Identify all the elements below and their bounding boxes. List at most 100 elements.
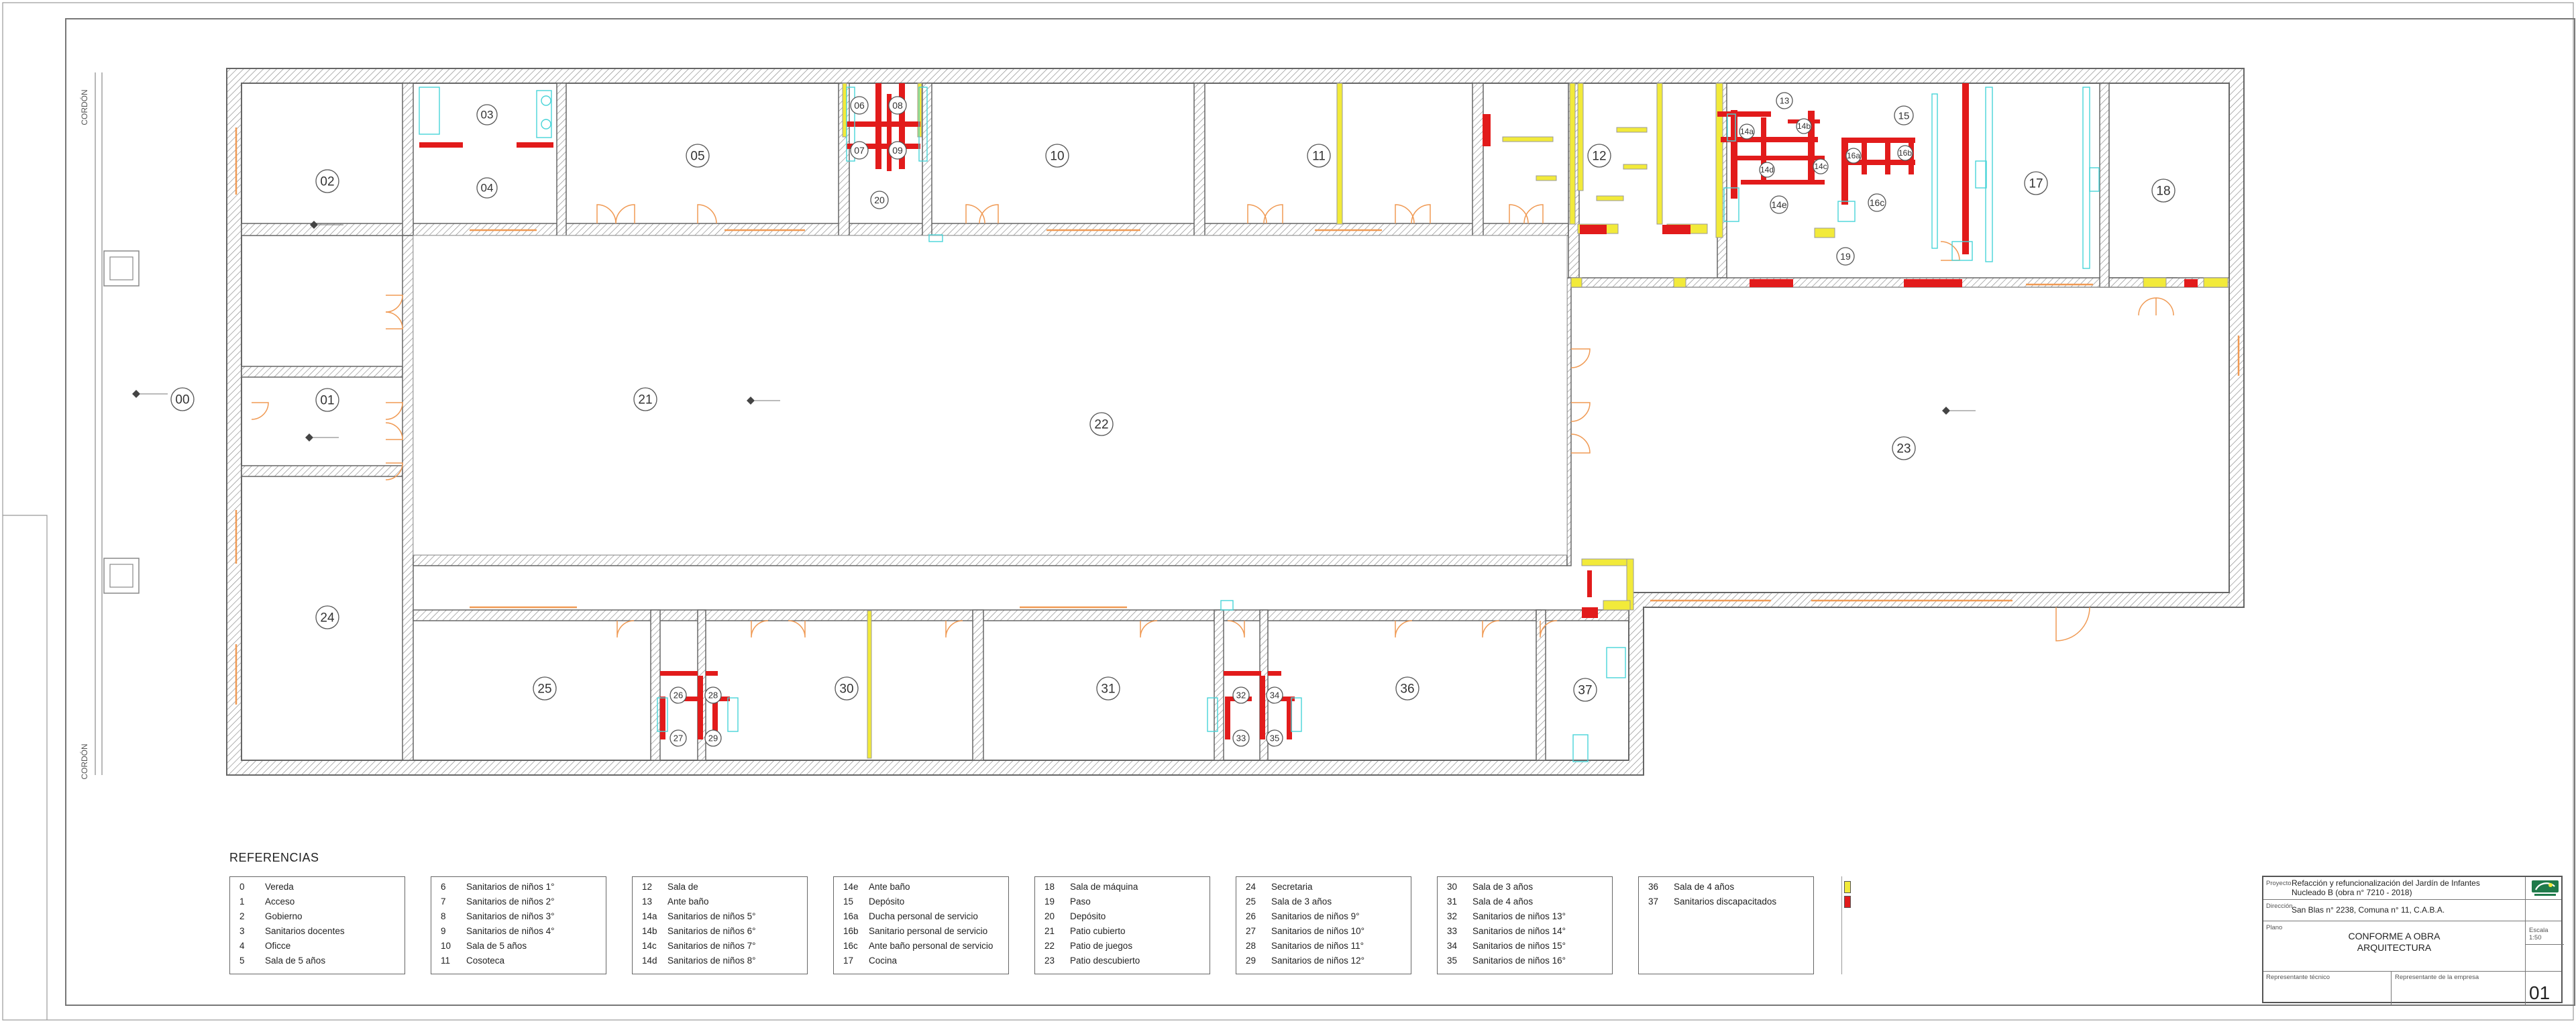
reference-code: 29 xyxy=(1246,956,1256,966)
room-tag-15: 15 xyxy=(1894,105,1914,125)
room-tag-02: 02 xyxy=(315,169,339,193)
reference-row: 26 Sanitarios de niños 9° xyxy=(1236,909,1411,924)
reference-name: Sanitarios discapacitados xyxy=(1674,896,1777,907)
reference-code: 3 xyxy=(239,926,245,936)
reference-name: Sala de 5 años xyxy=(265,956,326,966)
reference-code: 6 xyxy=(441,882,446,892)
reference-code: 4 xyxy=(239,941,245,951)
legend-divider xyxy=(1841,876,1842,974)
reference-name: Sanitarios de niños 10° xyxy=(1271,926,1364,936)
reference-row: 17 Cocina xyxy=(834,954,1008,968)
reference-row: 33 Sanitarios de niños 14° xyxy=(1438,924,1612,939)
sheet-number: 01 xyxy=(2529,982,2551,1003)
reference-column: 36 Sala de 4 años 37 Sanitarios discapacita… xyxy=(1638,876,1814,974)
tree-pit xyxy=(103,250,140,287)
address-text: San Blas n° 2238, Comuna n° 11, C.A.B.A. xyxy=(2292,905,2445,915)
reference-name: Sanitario personal de servicio xyxy=(869,926,988,936)
room-tag-label: 18 xyxy=(2156,184,2170,198)
room-tag-label: 17 xyxy=(2029,176,2043,191)
room-tag-08: 08 xyxy=(888,96,907,115)
room-tag-28: 28 xyxy=(704,686,722,704)
room-tag-label: 21 xyxy=(638,393,652,407)
room-tag-14e: 14e xyxy=(1770,195,1788,214)
references-title: REFERENCIAS xyxy=(229,851,319,864)
reference-row: 10 Sala de 5 años xyxy=(431,939,606,954)
room-tag-16a: 16a xyxy=(1845,148,1862,164)
room-tag-label: 36 xyxy=(1400,682,1414,696)
reference-code: 34 xyxy=(1447,941,1458,951)
reference-row: 14e Ante baño xyxy=(834,880,1008,894)
room-tag-35: 35 xyxy=(1266,729,1283,747)
room-tag-label: 28 xyxy=(708,690,718,701)
room-tag-label: 34 xyxy=(1270,690,1279,701)
reference-row: 6 Sanitarios de niños 1° xyxy=(431,880,606,894)
reference-code: 33 xyxy=(1447,926,1458,936)
room-tag-label: 08 xyxy=(892,100,903,111)
project-title-2: Nucleado B (obra n° 7210 - 2018) xyxy=(2292,888,2412,897)
project-label: Proyecto xyxy=(2266,880,2292,887)
reference-row: 27 Sanitarios de niños 10° xyxy=(1236,924,1411,939)
room-tag-21: 21 xyxy=(633,387,657,411)
room-tag-label: 33 xyxy=(1236,733,1246,743)
curb-label-bottom: CORDÓN xyxy=(79,743,89,779)
reference-name: Sanitarios de niños 15° xyxy=(1472,941,1566,951)
reference-name: Cosoteca xyxy=(466,956,505,966)
reference-row: 12 Sala de xyxy=(633,880,807,894)
room-tag-label: 20 xyxy=(874,195,885,205)
reference-name: Sala de máquina xyxy=(1070,882,1138,892)
reference-column: 6 Sanitarios de niños 1° 7 Sanitarios de ni… xyxy=(431,876,606,974)
reference-code: 24 xyxy=(1246,882,1256,892)
room-tag-label: 29 xyxy=(708,733,718,743)
room-tag-09: 09 xyxy=(888,141,907,160)
reference-row: 14b Sanitarios de niños 6° xyxy=(633,924,807,939)
room-tag-18: 18 xyxy=(2151,178,2176,203)
reference-name: Cocina xyxy=(869,956,898,966)
reference-column: 0 Vereda 1 Acceso 2 Gobierno 3 Sanitarios docen… xyxy=(229,876,405,974)
reference-name: Gobierno xyxy=(265,911,303,921)
room-tag-label: 00 xyxy=(175,393,189,407)
title-block: Proyecto Refacción y refuncionalización … xyxy=(2262,876,2564,1005)
reference-code: 16a xyxy=(843,911,859,921)
room-tag-19: 19 xyxy=(1836,247,1855,266)
room-tag-label: 03 xyxy=(481,109,494,121)
reference-code: 0 xyxy=(239,882,245,892)
reference-row: 19 Paso xyxy=(1035,894,1210,909)
room-tag-14d: 14d xyxy=(1759,162,1775,178)
room-tag-label: 01 xyxy=(320,393,334,407)
technical-representative-label: Representante técnico xyxy=(2266,974,2330,981)
reference-code: 14e xyxy=(843,882,859,892)
reference-row: 37 Sanitarios discapacitados xyxy=(1639,894,1813,909)
legend-swatch-red xyxy=(1844,896,1851,908)
reference-code: 21 xyxy=(1044,926,1055,936)
room-tag-label: 12 xyxy=(1592,149,1606,163)
reference-code: 28 xyxy=(1246,941,1256,951)
reference-row: 29 Sanitarios de niños 12° xyxy=(1236,954,1411,968)
reference-name: Depósito xyxy=(1070,911,1106,921)
reference-code: 15 xyxy=(843,896,854,907)
room-tag-11: 11 xyxy=(1307,144,1331,168)
reference-row: 24 Secretaria xyxy=(1236,880,1411,894)
reference-column: 12 Sala de 13 Ante baño 14a Sanitarios de niñ… xyxy=(632,876,808,974)
reference-name: Oficce xyxy=(265,941,291,951)
reference-row: 18 Sala de máquina xyxy=(1035,880,1210,894)
room-tag-label: 32 xyxy=(1236,690,1246,701)
reference-column: 24 Secretaria 25 Sala de 3 años 26 Sanitarios… xyxy=(1236,876,1411,974)
reference-name: Sanitarios de niños 13° xyxy=(1472,911,1566,921)
reference-row: 22 Patio de juegos xyxy=(1035,939,1210,954)
reference-row: 23 Patio descubierto xyxy=(1035,954,1210,968)
reference-name: Sanitarios de niños 7° xyxy=(667,941,756,951)
reference-row: 2 Gobierno xyxy=(230,909,405,924)
room-tag-label: 05 xyxy=(690,149,704,163)
reference-name: Sanitarios de niños 8° xyxy=(667,956,756,966)
room-tag-label: 16c xyxy=(1870,197,1885,208)
reference-row: 0 Vereda xyxy=(230,880,405,894)
reference-code: 5 xyxy=(239,956,245,966)
reference-code: 14c xyxy=(642,941,657,951)
tree-pit xyxy=(103,558,140,594)
room-tag-23: 23 xyxy=(1892,436,1916,460)
agency-logo xyxy=(2530,880,2560,897)
room-tag-04: 04 xyxy=(476,177,498,199)
reference-column: 30 Sala de 3 años 31 Sala de 4 años 32 Sanita… xyxy=(1437,876,1613,974)
reference-row: 9 Sanitarios de niños 4° xyxy=(431,924,606,939)
room-tag-17: 17 xyxy=(2024,171,2048,195)
